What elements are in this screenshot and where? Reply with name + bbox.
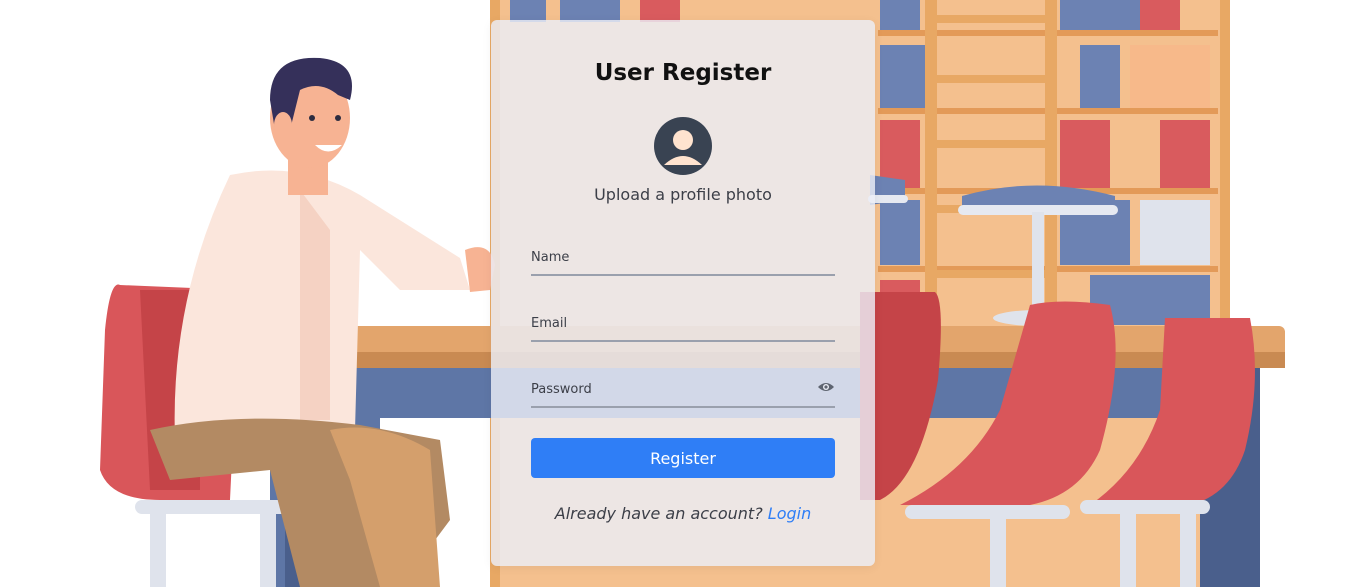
email-field (531, 304, 835, 342)
password-field (531, 370, 835, 408)
eye-icon[interactable] (817, 380, 835, 394)
user-circle-icon (664, 130, 702, 165)
name-field (531, 238, 835, 276)
page-title: User Register (594, 60, 772, 86)
password-input[interactable] (531, 378, 801, 400)
email-input[interactable] (531, 312, 801, 334)
have-account-text: Already have an account? (554, 504, 763, 523)
name-input[interactable] (531, 246, 801, 268)
register-button[interactable]: Register (531, 438, 835, 478)
avatar-upload[interactable] (654, 117, 712, 175)
login-link[interactable]: Login (768, 504, 811, 523)
upload-photo-label[interactable]: Upload a profile photo (491, 185, 875, 204)
login-prompt: Already have an account? Login (491, 504, 875, 523)
register-card: User Register Upload a profile photo Reg… (491, 20, 875, 566)
